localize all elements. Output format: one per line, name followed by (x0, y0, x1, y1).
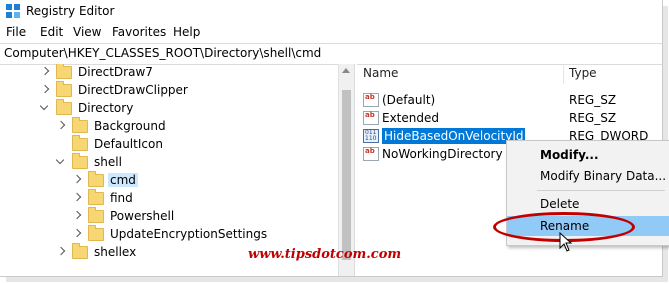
tree-item-powershell[interactable]: Powershell (72, 206, 176, 225)
folder-icon (56, 80, 72, 97)
chevron-down-icon[interactable] (40, 103, 50, 113)
key-tree: DirectDraw7 DirectDrawClipper Directory Bac… (0, 64, 338, 276)
tree-item-label: shell (94, 155, 122, 169)
menu-item-modify[interactable]: Modify... (507, 145, 669, 165)
value-name: Extended (382, 111, 439, 125)
watermark: www.tipsdotcom.com (248, 247, 402, 262)
chevron-right-icon[interactable] (56, 247, 66, 257)
value-row[interactable]: ab Extended (363, 109, 439, 127)
mouse-pointer-icon (559, 232, 573, 252)
tree-item-label: Background (94, 119, 166, 133)
scrollbar-thumb[interactable] (342, 90, 351, 260)
column-divider[interactable] (563, 64, 564, 84)
chevron-right-icon[interactable] (72, 175, 82, 185)
tree-item-label: Directory (78, 101, 134, 115)
value-name: (Default) (382, 93, 436, 107)
folder-icon (56, 98, 72, 115)
chevron-right-icon[interactable] (56, 121, 66, 131)
folder-icon (88, 170, 104, 187)
title-bar: Registry Editor (0, 0, 662, 22)
value-row[interactable]: 011 110 HideBasedOnVelocityId (363, 127, 526, 145)
menu-edit[interactable]: Edit (40, 25, 63, 39)
binary-value-icon: 011 110 (363, 129, 379, 143)
chevron-down-icon[interactable] (56, 157, 66, 167)
menu-item-modify-binary[interactable]: Modify Binary Data... (507, 166, 669, 186)
scroll-up-icon[interactable] (342, 68, 350, 73)
folder-icon (88, 224, 104, 241)
chevron-right-icon[interactable] (40, 85, 50, 95)
menu-help[interactable]: Help (173, 25, 200, 39)
tree-scrollbar[interactable] (338, 64, 354, 276)
tree-item-directdrawclipper[interactable]: DirectDrawClipper (40, 80, 190, 99)
address-path: Computer\HKEY_CLASSES_ROOT\Directory\she… (4, 46, 322, 60)
tree-item-label: shellex (94, 245, 137, 259)
value-type: REG_SZ (569, 111, 617, 125)
menu-favorites[interactable]: Favorites (112, 25, 166, 39)
string-value-icon: ab (363, 147, 379, 161)
folder-icon (72, 152, 88, 169)
tree-item-label: DirectDraw7 (78, 65, 153, 79)
menu-item-modify-binary-label: Modify Binary Data... (540, 169, 667, 183)
pane-splitter[interactable] (354, 64, 357, 276)
chevron-right-icon[interactable] (72, 211, 82, 221)
folder-icon (72, 242, 88, 259)
tree-item-defaulticon[interactable]: DefaultIcon (56, 134, 165, 153)
value-row[interactable]: ab NoWorkingDirectory (363, 145, 503, 163)
registry-app-icon (6, 4, 20, 18)
menu-item-delete[interactable]: Delete (507, 194, 669, 214)
chevron-right-icon[interactable] (72, 229, 82, 239)
tree-item-label: find (110, 191, 133, 205)
chevron-right-icon[interactable] (40, 67, 50, 77)
menu-bar: File Edit View Favorites Help (0, 22, 662, 43)
value-type: REG_SZ (569, 93, 617, 107)
column-header-type[interactable]: Type (569, 66, 597, 80)
value-name: NoWorkingDirectory (382, 147, 503, 161)
tree-item-directdraw7[interactable]: DirectDraw7 (40, 64, 155, 81)
tree-item-background[interactable]: Background (56, 116, 168, 135)
tree-item-cmd[interactable]: cmd (72, 170, 138, 189)
menu-file[interactable]: File (6, 25, 26, 39)
tree-item-shell[interactable]: shell (56, 152, 124, 171)
folder-icon (88, 206, 104, 223)
folder-icon (56, 64, 72, 79)
string-value-icon: ab (363, 93, 379, 107)
tree-item-updateencryptionsettings[interactable]: UpdateEncryptionSettings (72, 224, 269, 243)
folder-icon (88, 188, 104, 205)
tree-item-find[interactable]: find (72, 188, 135, 207)
menu-separator (537, 190, 665, 191)
column-header-name[interactable]: Name (363, 66, 398, 80)
tree-item-shellex[interactable]: shellex (56, 242, 138, 261)
tree-item-label: cmd (108, 173, 138, 187)
tree-item-label: DirectDrawClipper (78, 83, 188, 97)
string-value-icon: ab (363, 111, 379, 125)
chevron-right-icon[interactable] (72, 193, 82, 203)
menu-item-modify-label: Modify... (540, 148, 599, 162)
tree-item-directory[interactable]: Directory (40, 98, 135, 117)
value-row[interactable]: ab (Default) (363, 91, 435, 109)
folder-icon (72, 134, 88, 151)
window-title: Registry Editor (26, 4, 115, 18)
tree-item-label: DefaultIcon (94, 137, 163, 151)
value-name: HideBasedOnVelocityId (382, 128, 526, 144)
menu-item-delete-label: Delete (540, 197, 580, 211)
address-bar[interactable]: Computer\HKEY_CLASSES_ROOT\Directory\she… (0, 43, 662, 65)
menu-view[interactable]: View (73, 25, 101, 39)
tree-item-label: UpdateEncryptionSettings (110, 227, 268, 241)
folder-icon (72, 116, 88, 133)
tree-item-label: Powershell (110, 209, 175, 223)
